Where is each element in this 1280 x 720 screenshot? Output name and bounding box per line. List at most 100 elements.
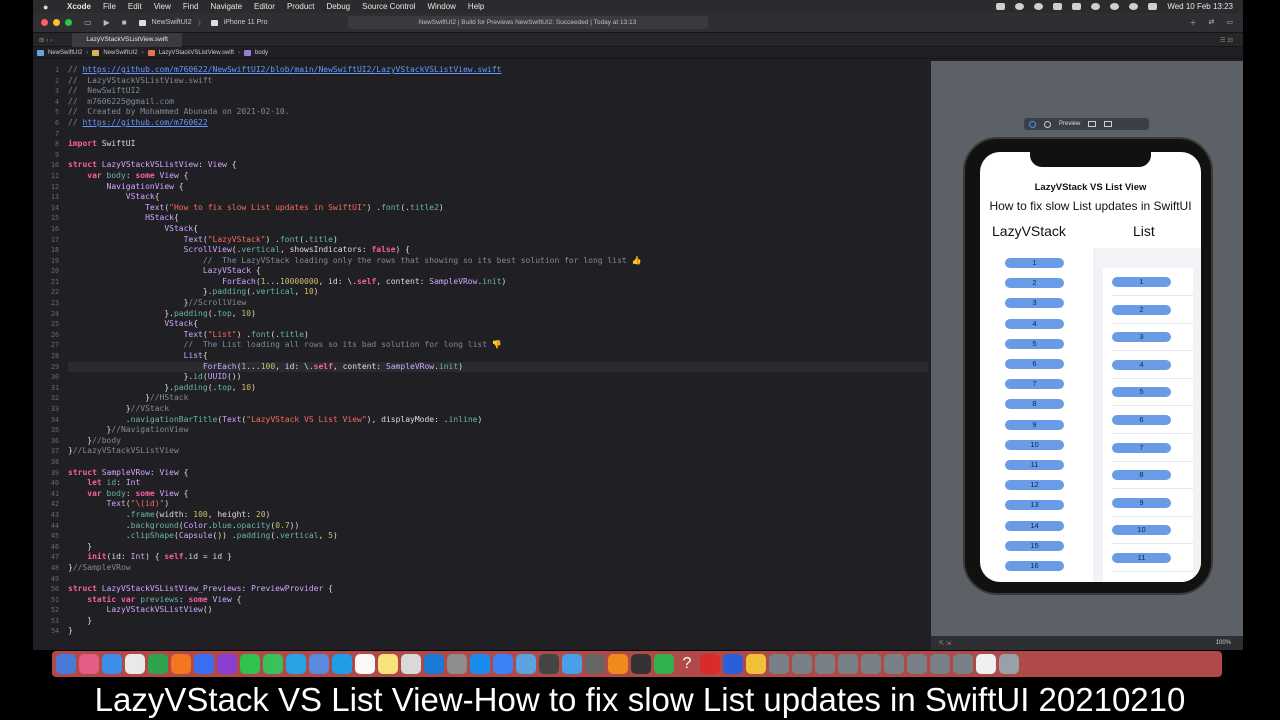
window-icon[interactable]	[907, 654, 927, 674]
moon-icon[interactable]	[1034, 3, 1044, 10]
code-line[interactable]: Text("List") .font(.title)	[68, 330, 928, 341]
firefox-icon[interactable]	[171, 654, 191, 674]
sidebar-toggle-icon[interactable]: ▭	[84, 18, 92, 27]
window-icon[interactable]	[861, 654, 881, 674]
code-line[interactable]: ForEach(1...10000000, id: \.self, conten…	[68, 277, 928, 288]
code-line[interactable]: }	[68, 542, 928, 553]
list-row-capsule[interactable]: 2	[1112, 304, 1171, 315]
code-line[interactable]: .navigationBarTitle(Text("LazyVStack VS …	[68, 415, 928, 426]
stop-icon[interactable]: ■	[122, 18, 127, 27]
app-icon[interactable]	[539, 654, 559, 674]
live-preview-icon[interactable]	[1029, 120, 1036, 128]
list-row-capsule[interactable]: 5	[1112, 387, 1171, 398]
add-icon[interactable]: ＋	[1190, 18, 1197, 28]
code-line[interactable]: // NewSwiftUI2	[68, 86, 928, 97]
skype-icon[interactable]	[332, 654, 352, 674]
code-line[interactable]: HStack{	[68, 213, 928, 224]
list-row-capsule[interactable]: 8	[1112, 470, 1171, 481]
list-row-capsule[interactable]: 7	[1112, 442, 1171, 453]
screen-icon[interactable]	[562, 654, 582, 674]
window-icon[interactable]	[953, 654, 973, 674]
code-line[interactable]	[68, 457, 928, 468]
menu-help[interactable]: Help	[468, 2, 484, 11]
appstore-icon[interactable]	[470, 654, 490, 674]
code-line[interactable]: var body: some View {	[68, 171, 928, 182]
source-editor[interactable]: 1 2 3 4 5 6 7 8 9 10 11 12 13 14 15 16 17 18 19 20 21 22 23 24 2…	[33, 61, 931, 650]
close-button[interactable]	[41, 19, 48, 26]
document-icon[interactable]	[976, 654, 996, 674]
chat-icon[interactable]	[309, 654, 329, 674]
list-row-capsule[interactable]: 1	[1112, 277, 1171, 287]
preview-label[interactable]: Preview	[1059, 121, 1080, 127]
instruments-icon[interactable]	[723, 654, 743, 674]
code-line[interactable]: }//SampleVRow	[68, 563, 928, 574]
code-line[interactable]: .clipShape(Capsule()) .padding(.vertical…	[68, 531, 928, 542]
code-line[interactable]: struct LazyVStackVSListView_Previews: Pr…	[68, 584, 928, 595]
vpn-icon[interactable]	[1015, 3, 1025, 10]
code-line[interactable]: struct SampleVRow: View {	[68, 468, 928, 479]
zoom-button[interactable]	[65, 19, 72, 26]
inspect-icon[interactable]	[1044, 120, 1051, 128]
menu-source-control[interactable]: Source Control	[362, 2, 415, 11]
finder-icon[interactable]	[56, 654, 76, 674]
facetime-icon[interactable]	[148, 654, 168, 674]
code-line[interactable]: VStack{	[68, 319, 928, 330]
nav-back-forward-icon[interactable]: ⊞ ‹ ›	[39, 36, 52, 44]
window-icon[interactable]	[769, 654, 789, 674]
window-icon[interactable]	[884, 654, 904, 674]
podcast-icon[interactable]	[217, 654, 237, 674]
list-row-capsule[interactable]: 11	[1112, 553, 1171, 563]
code-line[interactable]: }	[68, 616, 928, 627]
menu-navigate[interactable]: Navigate	[210, 2, 242, 11]
window-icon[interactable]	[930, 654, 950, 674]
preview-icon[interactable]	[401, 654, 421, 674]
inspector-toggle-icon[interactable]: ▭	[1226, 18, 1233, 28]
code-line[interactable]: }//VStack	[68, 404, 928, 415]
run-icon[interactable]: ▶	[104, 18, 110, 27]
code-line[interactable]: }.padding(.top, 10)	[68, 309, 928, 320]
code-line[interactable]: // The LazyVStack loading only the rows …	[68, 256, 928, 267]
telegram-icon[interactable]	[286, 654, 306, 674]
code-line[interactable]: .background(Color.blue.opacity(0.7))	[68, 521, 928, 532]
breadcrumb-symbol[interactable]: body	[255, 50, 268, 56]
code-review-icon[interactable]: ⇄	[1209, 18, 1215, 28]
window-icon[interactable]	[838, 654, 858, 674]
code-area[interactable]: // https://github.com/m760622/NewSwiftUI…	[68, 65, 928, 637]
code-line[interactable]: }//LazyVStackVSListView	[68, 446, 928, 457]
code-line[interactable]: // m7606225@gmail.com	[68, 97, 928, 108]
list-row-capsule[interactable]: 9	[1112, 497, 1171, 508]
code-line[interactable]: .frame(width: 100, height: 20)	[68, 510, 928, 521]
app-icon[interactable]	[194, 654, 214, 674]
code-line[interactable]: Text("LazyVStack") .font(.title)	[68, 235, 928, 246]
numbers-icon[interactable]	[654, 654, 674, 674]
editor-options-icon[interactable]: ☰ ⊟	[1220, 36, 1233, 44]
code-line[interactable]: struct LazyVStackVSListView: View {	[68, 160, 928, 171]
code-line[interactable]: import SwiftUI	[68, 139, 928, 150]
code-line[interactable]: }.id(UUID())	[68, 372, 928, 383]
breadcrumb-project[interactable]: NewSwiftUI2	[48, 50, 82, 56]
settings-icon[interactable]	[447, 654, 467, 674]
code-line[interactable]: VStack{	[68, 192, 928, 203]
screen-record-icon[interactable]	[996, 3, 1006, 10]
menu-find[interactable]: Find	[183, 2, 199, 11]
code-line[interactable]: var body: some View {	[68, 489, 928, 500]
terminal-icon[interactable]	[631, 654, 651, 674]
code-line[interactable]: // https://github.com/m760622	[68, 118, 928, 129]
app-icon[interactable]	[585, 654, 605, 674]
menu-debug[interactable]: Debug	[327, 2, 351, 11]
menu-product[interactable]: Product	[287, 2, 315, 11]
scheme-selector[interactable]: NewSwiftUI2 〉 iPhone 11 Pro	[138, 18, 268, 28]
code-line[interactable]	[68, 150, 928, 161]
code-line[interactable]: ScrollView(.vertical, showsIndicators: f…	[68, 245, 928, 256]
breadcrumb-folder[interactable]: NewSwiftUI2	[103, 50, 137, 56]
code-line[interactable]: VStack{	[68, 224, 928, 235]
control-center-icon[interactable]	[1148, 3, 1158, 10]
clock[interactable]: Wed 10 Feb 13:23	[1167, 2, 1233, 11]
battery-icon[interactable]	[1053, 3, 1063, 10]
code-line[interactable]: // The List loading all rows so its bad …	[68, 340, 928, 351]
menu-window[interactable]: Window	[427, 2, 455, 11]
code-line[interactable]: let id: Int	[68, 478, 928, 489]
code-line[interactable]: }//body	[68, 436, 928, 447]
chrome-icon[interactable]	[125, 654, 145, 674]
bluetooth-icon[interactable]	[1091, 3, 1101, 10]
